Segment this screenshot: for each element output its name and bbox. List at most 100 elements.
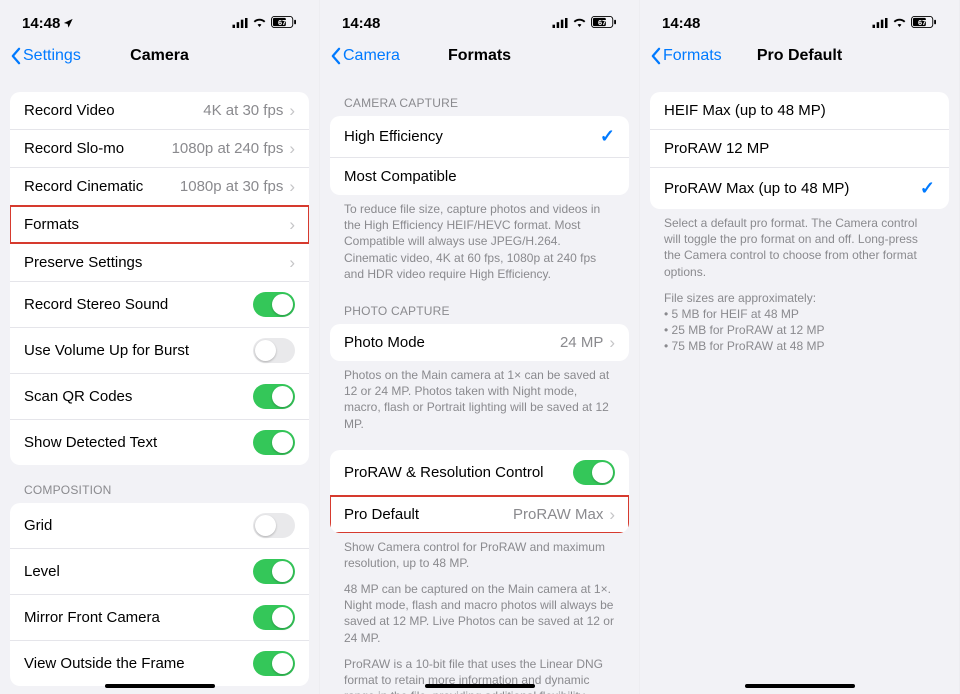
- row-scan-qr[interactable]: Scan QR Codes: [10, 374, 309, 420]
- row-most-compatible[interactable]: Most Compatible: [330, 158, 629, 195]
- phone-formats: 14:48 67 Camera Formats Camera Capture H…: [320, 0, 640, 694]
- toggle-scan-qr[interactable]: [253, 384, 295, 409]
- file-size-proraw48: • 75 MB for ProRAW at 48 MP: [664, 338, 935, 354]
- row-heif-max[interactable]: HEIF Max (up to 48 MP): [650, 92, 949, 130]
- row-record-slo-mo[interactable]: Record Slo-mo 1080p at 240 fps ›: [10, 130, 309, 168]
- chevron-right-icon: ›: [289, 216, 295, 233]
- row-record-stereo[interactable]: Record Stereo Sound: [10, 282, 309, 328]
- cellular-icon: [872, 15, 888, 32]
- status-bar: 14:48 67: [0, 0, 319, 38]
- row-label: Scan QR Codes: [24, 388, 253, 405]
- row-label: Record Video: [24, 102, 203, 119]
- battery-icon: 67: [591, 15, 617, 32]
- row-grid[interactable]: Grid: [10, 503, 309, 549]
- wifi-icon: [252, 15, 267, 32]
- cellular-icon: [232, 15, 248, 32]
- toggle-proraw[interactable]: [573, 460, 615, 485]
- checkmark-icon: ✓: [920, 178, 935, 199]
- row-proraw-control[interactable]: ProRAW & Resolution Control: [330, 450, 629, 496]
- svg-text:67: 67: [278, 17, 286, 26]
- toggle-grid[interactable]: [253, 513, 295, 538]
- row-label: High Efficiency: [344, 128, 600, 145]
- footer-pro-default-1: Select a default pro format. The Camera …: [650, 209, 949, 284]
- back-label: Formats: [663, 47, 722, 65]
- row-mirror-front[interactable]: Mirror Front Camera: [10, 595, 309, 641]
- chevron-right-icon: ›: [289, 178, 295, 195]
- group-proraw: ProRAW & Resolution Control Pro Default …: [330, 450, 629, 533]
- home-indicator: [105, 684, 215, 688]
- row-label: ProRAW Max (up to 48 MP): [664, 180, 920, 197]
- file-size-heading: File sizes are approximately:: [664, 290, 935, 306]
- file-size-heif: • 5 MB for HEIF at 48 MP: [664, 306, 935, 322]
- row-outside-frame[interactable]: View Outside the Frame: [10, 641, 309, 686]
- row-record-cinematic[interactable]: Record Cinematic 1080p at 30 fps ›: [10, 168, 309, 206]
- svg-text:67: 67: [598, 17, 606, 26]
- row-preserve-settings[interactable]: Preserve Settings ›: [10, 244, 309, 282]
- chevron-left-icon: [330, 47, 341, 65]
- row-label: Show Detected Text: [24, 434, 253, 451]
- status-time: 14:48: [342, 15, 380, 32]
- row-value: 1080p at 30 fps: [180, 178, 283, 195]
- section-header-camera-capture: Camera Capture: [330, 78, 629, 116]
- row-value: 4K at 30 fps: [203, 102, 283, 119]
- checkmark-icon: ✓: [600, 126, 615, 147]
- row-label: Mirror Front Camera: [24, 609, 253, 626]
- row-label: ProRAW & Resolution Control: [344, 464, 573, 481]
- toggle-volume-burst[interactable]: [253, 338, 295, 363]
- row-proraw-max[interactable]: ProRAW Max (up to 48 MP) ✓: [650, 168, 949, 209]
- row-formats[interactable]: Formats ›: [10, 206, 309, 244]
- group-pro-default-options: HEIF Max (up to 48 MP) ProRAW 12 MP ProR…: [650, 92, 949, 209]
- nav-bar: Camera Formats: [320, 38, 639, 78]
- row-proraw-12[interactable]: ProRAW 12 MP: [650, 130, 949, 168]
- row-label: Pro Default: [344, 506, 513, 523]
- section-header-composition: Composition: [10, 465, 309, 503]
- toggle-mirror[interactable]: [253, 605, 295, 630]
- row-detected-text[interactable]: Show Detected Text: [10, 420, 309, 465]
- back-label: Settings: [23, 47, 81, 65]
- toggle-stereo[interactable]: [253, 292, 295, 317]
- back-button[interactable]: Camera: [330, 47, 400, 65]
- svg-text:67: 67: [918, 17, 926, 26]
- group-camera-capture: High Efficiency ✓ Most Compatible: [330, 116, 629, 195]
- footer-pro-default-sizes: File sizes are approximately: • 5 MB for…: [650, 284, 949, 359]
- row-pro-default[interactable]: Pro Default ProRAW Max ›: [330, 496, 629, 533]
- chevron-right-icon: ›: [609, 334, 615, 351]
- footer-pro-2: 48 MP can be captured on the Main camera…: [330, 575, 629, 650]
- row-volume-burst[interactable]: Use Volume Up for Burst: [10, 328, 309, 374]
- toggle-level[interactable]: [253, 559, 295, 584]
- nav-bar: Settings Camera: [0, 38, 319, 78]
- chevron-left-icon: [10, 47, 21, 65]
- toggle-detected-text[interactable]: [253, 430, 295, 455]
- toggle-outside-frame[interactable]: [253, 651, 295, 676]
- row-high-efficiency[interactable]: High Efficiency ✓: [330, 116, 629, 158]
- status-bar: 14:48 67: [320, 0, 639, 38]
- status-time: 14:48: [22, 15, 60, 32]
- home-indicator: [745, 684, 855, 688]
- row-level[interactable]: Level: [10, 549, 309, 595]
- back-label: Camera: [343, 47, 400, 65]
- row-label: Use Volume Up for Burst: [24, 342, 253, 359]
- home-indicator: [425, 684, 535, 688]
- chevron-right-icon: ›: [609, 506, 615, 523]
- chevron-right-icon: ›: [289, 254, 295, 271]
- row-label: Preserve Settings: [24, 254, 287, 271]
- file-size-proraw12: • 25 MB for ProRAW at 12 MP: [664, 322, 935, 338]
- row-label: Record Cinematic: [24, 178, 180, 195]
- chevron-left-icon: [650, 47, 661, 65]
- group-recording: Record Video 4K at 30 fps › Record Slo-m…: [10, 92, 309, 465]
- back-button[interactable]: Formats: [650, 47, 722, 65]
- row-label: ProRAW 12 MP: [664, 140, 935, 157]
- row-label: Formats: [24, 216, 287, 233]
- footer-camera-capture: To reduce file size, capture photos and …: [330, 195, 629, 286]
- wifi-icon: [892, 15, 907, 32]
- row-label: Record Slo-mo: [24, 140, 172, 157]
- footer-pro-1: Show Camera control for ProRAW and maxim…: [330, 533, 629, 575]
- back-button[interactable]: Settings: [10, 47, 81, 65]
- group-composition: Grid Level Mirror Front Camera View Outs…: [10, 503, 309, 686]
- row-record-video[interactable]: Record Video 4K at 30 fps ›: [10, 92, 309, 130]
- location-icon: [63, 18, 74, 29]
- row-label: Photo Mode: [344, 334, 560, 351]
- status-bar: 14:48 67: [640, 0, 959, 38]
- row-value: 24 MP: [560, 334, 603, 351]
- row-photo-mode[interactable]: Photo Mode 24 MP ›: [330, 324, 629, 361]
